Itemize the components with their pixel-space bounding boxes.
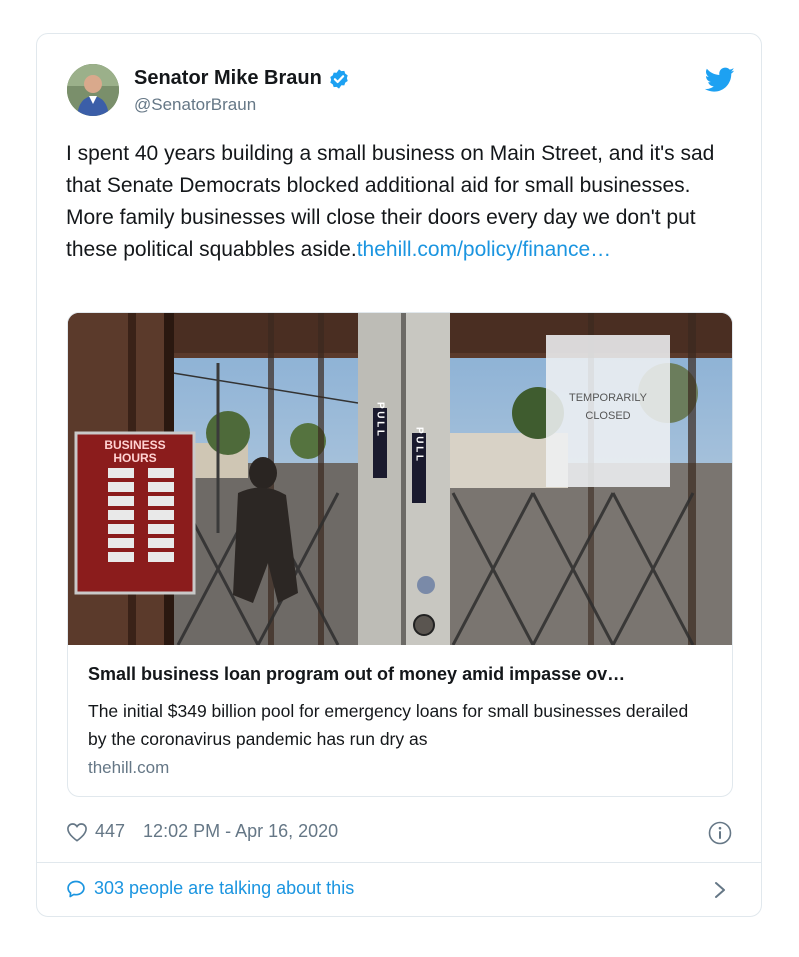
- avatar[interactable]: [67, 64, 119, 116]
- twitter-bird-icon[interactable]: [705, 67, 735, 93]
- svg-text:TEMPORARILY: TEMPORARILY: [569, 392, 648, 404]
- tweet-embed-card: Senator Mike Braun @SenatorBraun I spent…: [36, 33, 762, 917]
- svg-text:BUSINESS: BUSINESS: [104, 438, 165, 452]
- card-description: The initial $349 billion pool for emerge…: [88, 701, 689, 749]
- tweet-text: I spent 40 years building a small busine…: [66, 138, 738, 266]
- tweet-link[interactable]: thehill.com/policy/finance…: [357, 238, 611, 261]
- svg-text:CLOSED: CLOSED: [585, 410, 630, 422]
- author-handle[interactable]: @SenatorBraun: [134, 95, 256, 115]
- info-icon[interactable]: [708, 821, 732, 845]
- chevron-right-icon[interactable]: [713, 880, 727, 900]
- author-name[interactable]: Senator Mike Braun: [134, 67, 350, 90]
- heart-icon[interactable]: [66, 822, 88, 842]
- link-preview-card[interactable]: P U L L P U L L BUSINESS HOURS TEMPORARI…: [67, 312, 733, 797]
- speech-bubble-icon: [67, 880, 85, 897]
- card-domain: thehill.com: [88, 758, 170, 777]
- svg-text:P U L L: P U L L: [375, 402, 386, 436]
- article-photo: P U L L P U L L BUSINESS HOURS TEMPORARI…: [68, 313, 732, 645]
- svg-text:P U L L: P U L L: [414, 427, 425, 461]
- card-title[interactable]: Small business loan program out of money…: [88, 664, 718, 685]
- like-count[interactable]: 447: [95, 821, 125, 842]
- tweet-meta-row: 447 12:02 PM - Apr 16, 2020: [66, 821, 338, 842]
- svg-text:HOURS: HOURS: [113, 451, 156, 465]
- verified-badge-icon: [330, 68, 348, 89]
- conversation-link[interactable]: 303 people are talking about this: [66, 878, 354, 899]
- divider: [37, 862, 761, 863]
- author-name-text[interactable]: Senator Mike Braun: [134, 67, 322, 90]
- timestamp[interactable]: 12:02 PM - Apr 16, 2020: [143, 821, 338, 842]
- conversation-text[interactable]: 303 people are talking about this: [94, 878, 354, 899]
